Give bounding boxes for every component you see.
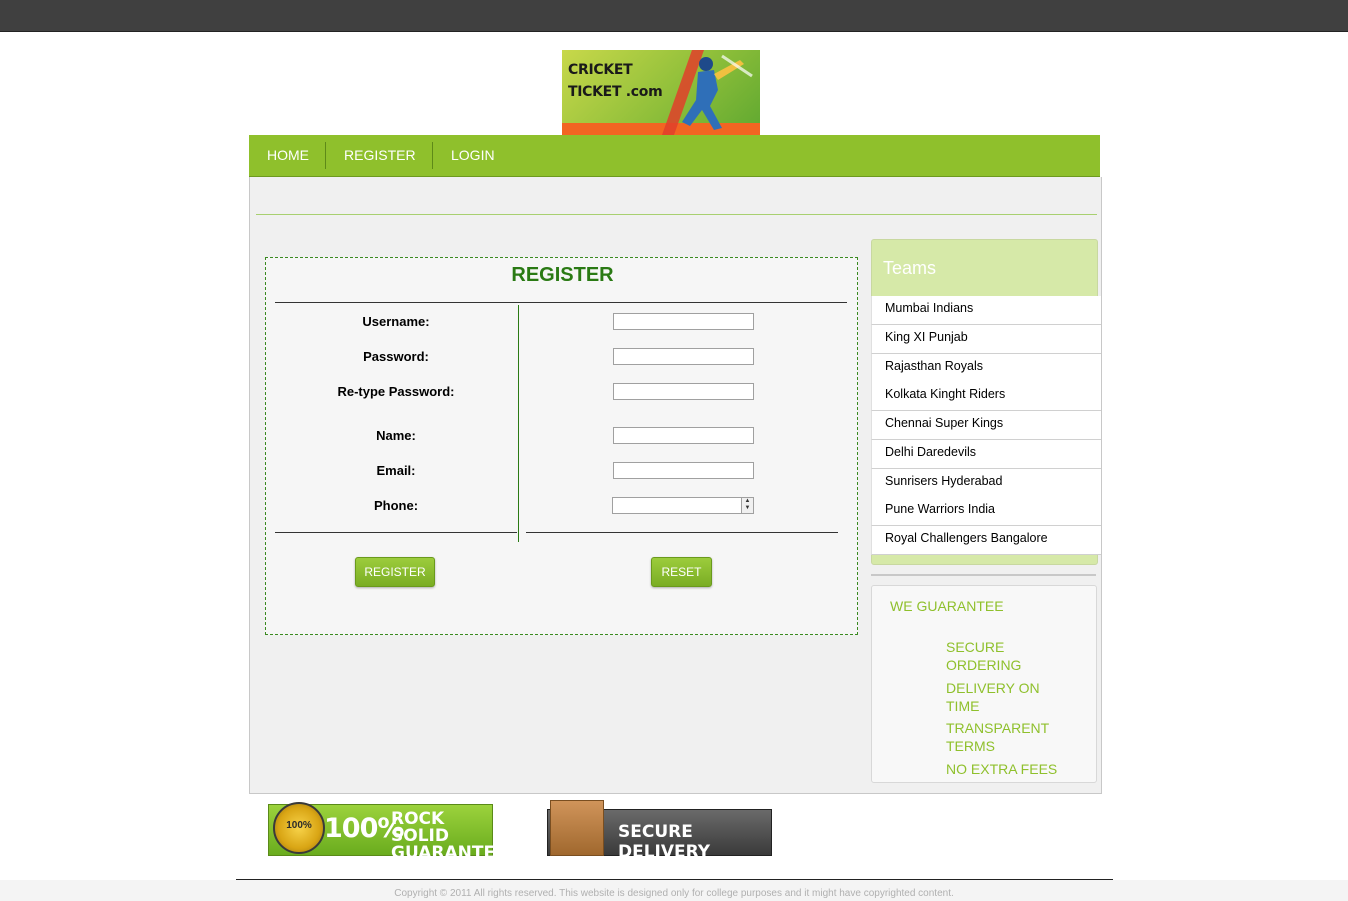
badge-line1: ROCK SOLID (391, 809, 449, 846)
logo-text-line2: TICKET .com (568, 84, 663, 100)
team-list-item[interactable]: Pune Warriors India (871, 497, 1101, 527)
top-bar (0, 0, 1348, 32)
team-name: Mumbai Indians (885, 301, 974, 315)
main-nav: HOME REGISTER LOGIN (249, 135, 1100, 178)
password-input[interactable] (613, 348, 754, 365)
cricketer-icon (662, 50, 753, 135)
guarantee-item: NO EXTRA FEES (946, 761, 1058, 777)
team-list-item[interactable]: Royal Challengers Bangalore (871, 526, 1101, 555)
phone-label: Phone: (373, 498, 419, 513)
team-name: Delhi Daredevils (885, 444, 977, 459)
team-list-item[interactable]: Rajasthan Royals (871, 353, 1101, 383)
nav-login[interactable]: LOGIN (451, 135, 495, 176)
form-top-rule (275, 302, 847, 303)
team-name: Kolkata Kinght Riders (885, 387, 1006, 402)
seal-text: 100% (286, 820, 312, 831)
phone-input[interactable]: ▲ ▼ (612, 497, 754, 514)
email-label: Email: (376, 463, 416, 478)
guarantee-item: SECURE ORDERING (946, 639, 1022, 673)
name-input[interactable] (613, 427, 754, 444)
secure-delivery-text: SECURE DELIVERY (618, 822, 711, 862)
team-list-item[interactable]: Chennai Super Kings (871, 411, 1101, 440)
register-button[interactable]: REGISTER (355, 557, 435, 587)
team-name: Chennai Super Kings (885, 416, 1004, 430)
site-logo[interactable]: CRICKET TICKET .com (562, 50, 760, 135)
team-list-item[interactable]: Mumbai Indians (871, 296, 1101, 325)
team-list-item[interactable]: Delhi Daredevils (871, 439, 1101, 469)
email-input[interactable] (613, 462, 754, 479)
nav-register[interactable]: REGISTER (344, 135, 416, 176)
package-icon (550, 800, 604, 856)
team-name: King XI Punjab (885, 329, 968, 344)
secure-delivery-badge: SECURE DELIVERY (547, 800, 772, 862)
spinner-arrows-icon[interactable]: ▲ ▼ (741, 498, 753, 513)
username-label: Username: (362, 314, 430, 329)
retype-password-label: Re-type Password: (337, 384, 455, 399)
team-name: Sunrisers Hyderabad (885, 473, 1003, 488)
retype-password-input[interactable] (613, 383, 754, 400)
form-column-divider (518, 305, 519, 542)
form-bottom-rule-right (526, 532, 838, 533)
team-name: Pune Warriors India (885, 502, 995, 517)
team-name: Rajasthan Royals (885, 358, 983, 373)
form-title: REGISTER (511, 264, 614, 286)
team-list-item[interactable]: Sunrisers Hyderabad (871, 468, 1101, 498)
nav-separator (432, 142, 433, 169)
nav-separator (325, 142, 326, 169)
content-divider (256, 214, 1097, 215)
password-label: Password: (363, 349, 429, 364)
username-input[interactable] (613, 313, 754, 330)
form-bottom-rule-left (275, 532, 517, 533)
satisfaction-seal-icon: 100% (273, 802, 325, 854)
badge-line2: GUARANTEE (391, 843, 507, 863)
rock-solid-guarantee-badge: 100% 100% ROCK SOLID GUARANTEE (268, 802, 507, 862)
guarantee-item: TRANSPARENT TERMS (946, 720, 1049, 754)
badge-guarantee-text: ROCK SOLID GUARANTEE (391, 811, 507, 862)
team-name: Royal Challengers Bangalore (885, 531, 1048, 545)
guarantee-title: WE GUARANTEE (890, 598, 1004, 614)
nav-home[interactable]: HOME (267, 135, 309, 176)
footer-text: Copyright © 2011 All rights reserved. Th… (394, 888, 954, 899)
team-list-item[interactable]: Kolkata Kinght Riders (871, 382, 1101, 412)
guarantee-item: DELIVERY ON TIME (946, 680, 1040, 714)
reset-button[interactable]: RESET (651, 557, 712, 587)
logo-text-line1: CRICKET (568, 62, 633, 78)
name-label: Name: (376, 428, 416, 443)
teams-title: Teams (883, 258, 937, 278)
team-list-item[interactable]: King XI Punjab (871, 324, 1101, 354)
sidebar-divider (871, 574, 1096, 576)
